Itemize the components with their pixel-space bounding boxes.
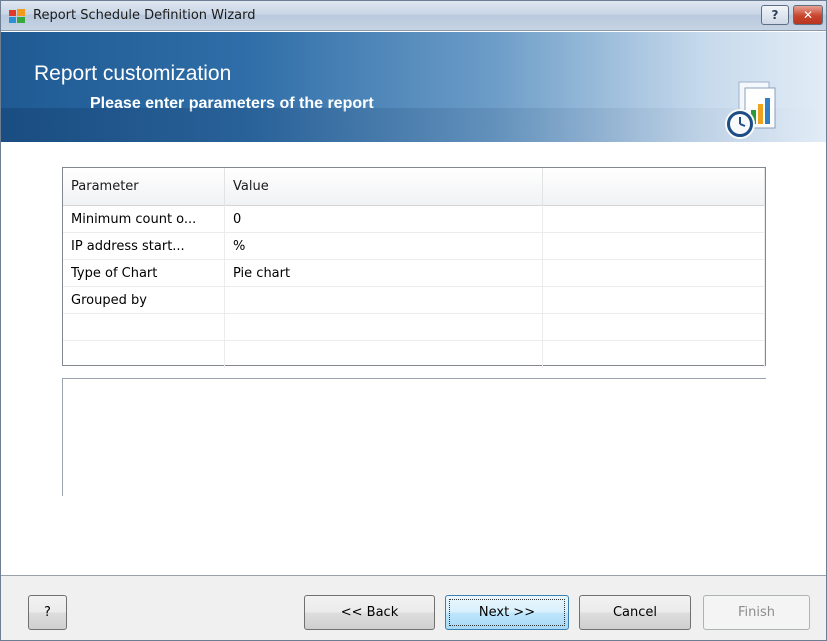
column-header-parameter[interactable]: Parameter [63,168,225,206]
window-title: Report Schedule Definition Wizard [33,8,256,23]
table-row[interactable]: IP address start... % [63,233,765,260]
description-panel [62,378,766,496]
avg-logo-icon [9,9,25,23]
cancel-button[interactable]: Cancel [579,595,691,630]
parameter-cell: Minimum count o... [63,206,225,233]
next-button[interactable]: Next >> [445,595,569,630]
table-row[interactable] [63,341,765,368]
extra-cell [543,314,765,341]
parameter-cell [63,341,225,368]
help-button[interactable]: ? [28,595,67,630]
focus-rect [449,599,565,626]
table-header: Parameter Value [63,168,765,206]
close-button[interactable]: ✕ [793,5,823,25]
column-header-extra[interactable] [543,168,765,206]
report-schedule-icon [725,81,776,139]
button-bar: ? << Back Next >> Cancel Finish [1,576,826,640]
value-cell[interactable]: 0 [225,206,543,233]
value-cell[interactable] [225,341,543,368]
parameter-cell [63,314,225,341]
wizard-window: Report Schedule Definition Wizard ? ✕ Re… [0,0,827,641]
parameter-cell: Type of Chart [63,260,225,287]
value-cell[interactable] [225,287,543,314]
help-title-button[interactable]: ? [761,5,789,25]
table-row[interactable]: Minimum count o... 0 [63,206,765,233]
page-title: Report customization [34,62,232,85]
parameter-cell: IP address start... [63,233,225,260]
extra-cell [543,260,765,287]
extra-cell [543,206,765,233]
value-cell[interactable]: % [225,233,543,260]
value-cell[interactable] [225,314,543,341]
finish-button-label: Finish [737,605,775,620]
extra-cell [543,341,765,368]
cancel-button-label: Cancel [612,605,658,620]
extra-cell [543,287,765,314]
back-button[interactable]: << Back [304,595,435,630]
page-subtitle: Please enter parameters of the report [90,95,374,112]
extra-cell [543,233,765,260]
close-icon: ✕ [802,8,814,22]
table-row[interactable]: Grouped by [63,287,765,314]
title-bar[interactable]: Report Schedule Definition Wizard ? ✕ [1,1,826,31]
header-banner: Report customization Please enter parame… [1,32,826,142]
table-row[interactable] [63,314,765,341]
column-header-value[interactable]: Value [225,168,543,206]
table-row[interactable]: Type of Chart Pie chart [63,260,765,287]
parameter-table: Parameter Value Minimum count o... 0 IP … [62,167,766,368]
help-button-label: ? [44,605,51,620]
value-cell[interactable]: Pie chart [225,260,543,287]
finish-button[interactable]: Finish [703,595,810,630]
back-button-label: << Back [340,605,399,620]
help-icon: ? [771,8,779,22]
parameter-cell: Grouped by [63,287,225,314]
